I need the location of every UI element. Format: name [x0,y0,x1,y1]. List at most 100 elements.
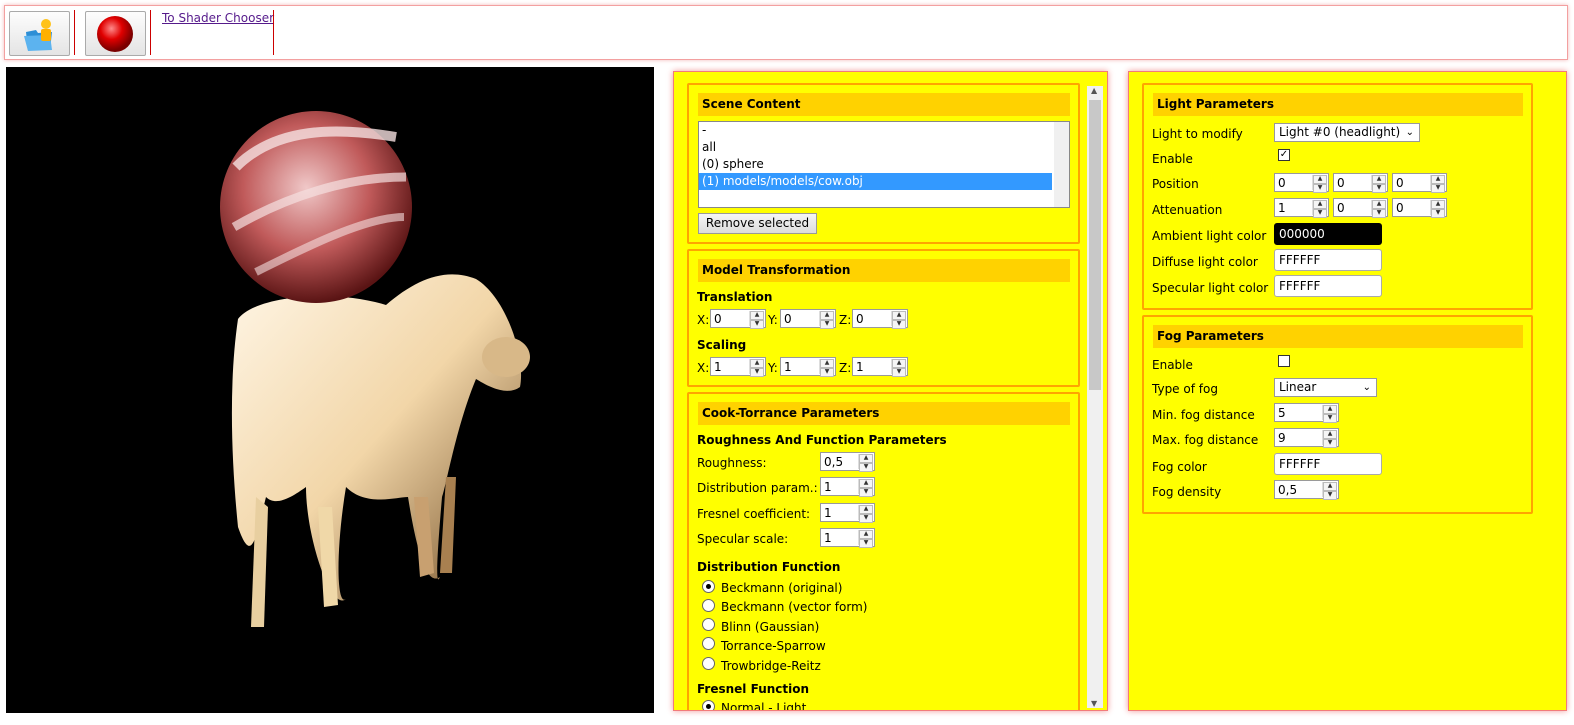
radio-fresnel-normal-light[interactable] [702,700,715,710]
fog-type-label: Type of fog [1152,382,1218,396]
scroll-up-icon[interactable]: ▲ [1091,86,1097,95]
scroll-thumb[interactable] [1089,100,1101,390]
section-title: Fog Parameters [1153,325,1523,348]
cook-torrance-section: Cook-Torrance Parameters Roughness And F… [687,392,1080,711]
shader-chooser-link[interactable]: To Shader Chooser [162,11,274,25]
list-scrollbar[interactable] [1054,122,1069,207]
diffuse-color-input[interactable]: FFFFFF [1274,249,1382,271]
section-title: Cook-Torrance Parameters [698,402,1070,425]
fresnel-coefficient-label: Fresnel coefficient: [697,507,811,521]
section-title: Model Transformation [698,259,1070,282]
attenuation-linear-stepper[interactable]: 0 ▲ ▼ [1333,198,1388,218]
radio-blinn-gaussian[interactable] [702,618,715,631]
distribution-param-label: Distribution param.: [697,481,818,495]
scaling-y-stepper[interactable]: 1 ▲ ▼ [780,357,836,377]
roughness-label: Roughness: [697,456,767,470]
fog-type-select[interactable]: Linear ⌄ [1274,378,1377,397]
y-label: Y: [768,361,778,375]
folder-user-icon [24,19,52,51]
radio-label: Torrance-Sparrow [721,639,826,653]
toolbar-separator [74,10,75,55]
sphere-model [220,111,412,303]
specular-scale-stepper[interactable]: 1 ▲ ▼ [820,528,875,548]
section-title: Scene Content [698,93,1070,116]
distribution-param-stepper[interactable]: 1 ▲ ▼ [820,477,875,497]
radio-label: Blinn (Gaussian) [721,620,820,634]
radio-label: Normal - Light [721,701,807,711]
distribution-function-label: Distribution Function [697,560,841,574]
specular-color-input[interactable]: FFFFFF [1274,275,1382,297]
fog-min-label: Min. fog distance [1152,408,1255,422]
translation-y-stepper[interactable]: 0 ▲ ▼ [780,309,836,329]
open-file-button[interactable] [9,11,70,56]
fog-max-stepper[interactable]: 9 ▲ ▼ [1274,428,1339,448]
toolbar-separator [150,10,151,55]
panel-scrollbar[interactable]: ▲ ▼ [1087,86,1103,708]
scaling-label: Scaling [697,338,747,352]
list-item[interactable]: all [699,139,1069,156]
translation-x-stepper[interactable]: 0 ▲ ▼ [710,309,766,329]
radio-label: Beckmann (vector form) [721,600,868,614]
light-enable-label: Enable [1152,152,1193,166]
light-to-modify-label: Light to modify [1152,127,1243,141]
cow-model [231,274,530,627]
chevron-down-icon: ⌄ [1405,127,1414,138]
fog-density-stepper[interactable]: 0,5 ▲ ▼ [1274,480,1339,500]
translation-z-stepper[interactable]: 0 ▲ ▼ [852,309,908,329]
chevron-down-icon: ⌄ [1362,382,1371,393]
fog-enable-checkbox[interactable] [1278,355,1290,367]
radio-trowbridge-reitz[interactable] [702,657,715,670]
radio-beckmann-original[interactable] [702,580,715,593]
top-toolbar: To Shader Chooser [4,5,1568,60]
diffuse-color-label: Diffuse light color [1152,255,1258,269]
fog-density-label: Fog density [1152,485,1222,499]
rendered-scene [220,111,530,627]
light-enable-checkbox[interactable]: ✓ [1278,149,1290,161]
roughness-stepper[interactable]: 0,5 ▲ ▼ [820,452,875,472]
list-item[interactable]: (0) sphere [699,156,1069,173]
light-parameters-section: Light Parameters Light to modify Light #… [1142,83,1533,310]
fog-min-stepper[interactable]: 5 ▲ ▼ [1274,403,1339,423]
remove-selected-button[interactable]: Remove selected [698,213,817,234]
fog-enable-label: Enable [1152,358,1193,372]
specular-scale-label: Specular scale: [697,532,789,546]
model-transformation-section: Model Transformation Translation X: 0 ▲ ▼ … [687,249,1080,387]
list-item-selected[interactable]: (1) models/models/cow.obj [699,173,1052,190]
ambient-color-input[interactable]: 000000 [1274,223,1382,245]
translation-label: Translation [697,290,773,304]
light-select[interactable]: Light #0 (headlight) ⌄ [1274,123,1420,142]
ambient-color-label: Ambient light color [1152,229,1267,243]
position-y-stepper[interactable]: 0 ▲ ▼ [1333,173,1388,193]
x-label: X: [697,313,710,327]
radio-torrance-sparrow[interactable] [702,637,715,650]
fog-max-label: Max. fog distance [1152,433,1259,447]
radio-beckmann-vector[interactable] [702,599,715,612]
scaling-x-stepper[interactable]: 1 ▲ ▼ [710,357,766,377]
position-z-stepper[interactable]: 0 ▲ ▼ [1392,173,1447,193]
section-title: Light Parameters [1153,93,1523,116]
render-viewport[interactable] [6,67,654,713]
scaling-z-stepper[interactable]: 1 ▲ ▼ [852,357,908,377]
fresnel-coefficient-stepper[interactable]: 1 ▲ ▼ [820,503,875,523]
attenuation-label: Attenuation [1152,203,1223,217]
roughness-function-label: Roughness And Function Parameters [697,433,947,447]
attenuation-quadratic-stepper[interactable]: 0 ▲ ▼ [1392,198,1447,218]
red-sphere-icon [97,16,133,52]
list-item[interactable]: - [699,122,1069,139]
attenuation-constant-stepper[interactable]: 1 ▲ ▼ [1274,198,1329,218]
material-panel: Scene Content - all (0) sphere (1) model… [673,71,1108,711]
scene-list[interactable]: - all (0) sphere (1) models/models/cow.o… [698,121,1070,208]
fog-color-input[interactable]: FFFFFF [1274,453,1382,475]
position-x-stepper[interactable]: 0 ▲ ▼ [1274,173,1329,193]
sphere-button[interactable] [85,11,146,56]
radio-label: Trowbridge-Reitz [721,659,821,673]
scene-content-section: Scene Content - all (0) sphere (1) model… [687,83,1080,244]
scroll-down-icon[interactable]: ▼ [1091,699,1097,708]
fog-color-label: Fog color [1152,460,1207,474]
light-fog-panel: Light Parameters Light to modify Light #… [1128,71,1567,711]
position-label: Position [1152,177,1199,191]
fresnel-function-label: Fresnel Function [697,682,810,696]
fog-parameters-section: Fog Parameters Enable Type of fog Linear… [1142,315,1533,514]
toolbar-separator [273,10,274,55]
z-label: Z: [839,313,852,327]
